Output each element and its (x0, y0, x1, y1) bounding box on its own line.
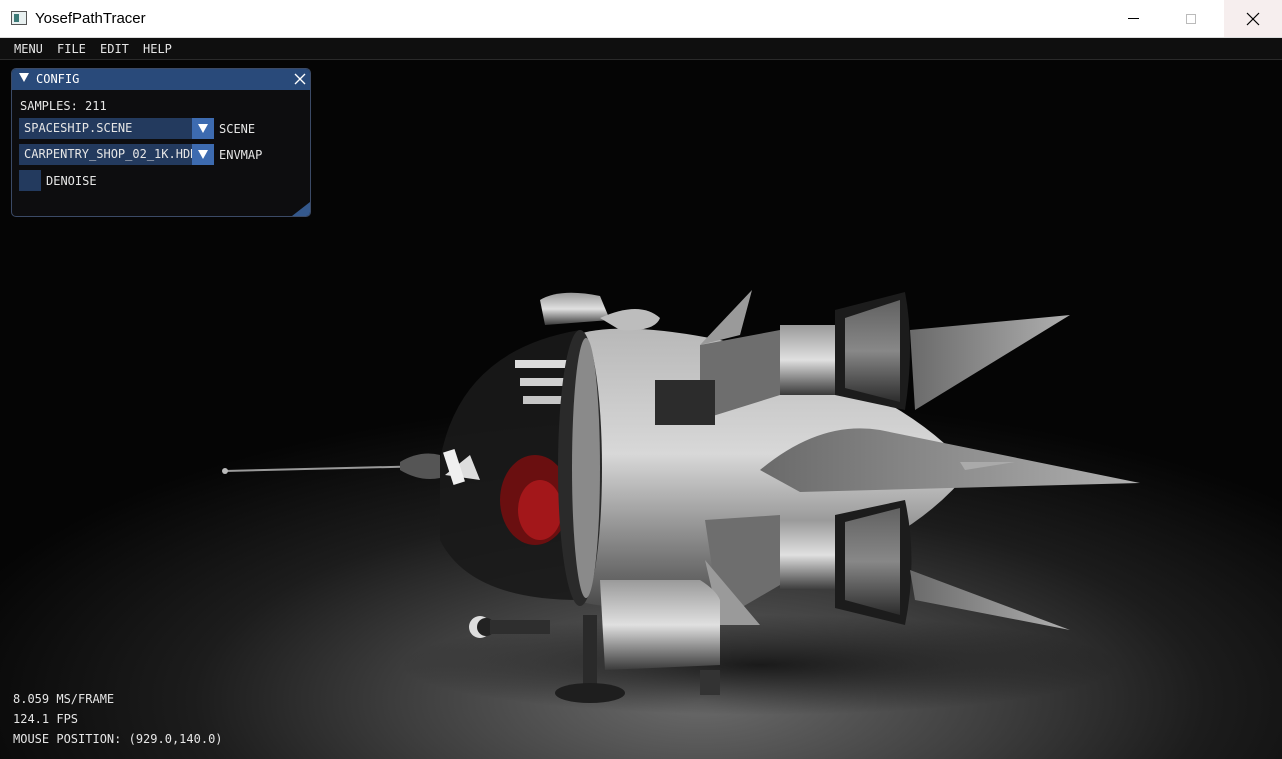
chevron-down-icon[interactable] (192, 144, 214, 165)
chevron-down-icon[interactable] (192, 118, 214, 139)
menu-item-file[interactable]: FILE (57, 42, 86, 56)
app-window: YosefPathTracer MENU FILE EDIT HELP CONF… (0, 0, 1282, 759)
denoise-label: DENOISE (46, 174, 97, 188)
scene-dropdown-value: SPACESHIP.SCENE (24, 121, 133, 135)
maximize-icon (1186, 13, 1196, 24)
denoise-checkbox[interactable] (19, 170, 41, 191)
menu-bar: MENU FILE EDIT HELP (0, 38, 1282, 60)
frame-time-readout: 8.059 MS/FRAME (13, 692, 115, 706)
close-icon (1246, 12, 1260, 25)
envmap-label: ENVMAP (219, 148, 263, 162)
resize-grip[interactable] (292, 202, 310, 216)
window-title: YosefPathTracer (35, 10, 146, 27)
menu-item-edit[interactable]: EDIT (100, 42, 129, 56)
collapse-arrow-icon[interactable] (19, 73, 29, 82)
maximize-button[interactable] (1168, 0, 1214, 37)
close-panel-icon[interactable] (293, 72, 307, 86)
scene-label: SCENE (219, 122, 256, 136)
config-panel: CONFIG SAMPLES: 211 SPACESHIP.SCENE SCEN… (11, 68, 311, 217)
menu-item-menu[interactable]: MENU (14, 42, 43, 56)
samples-readout: SAMPLES: 211 (20, 99, 107, 113)
minimize-button[interactable] (1110, 0, 1156, 37)
mouse-position-readout: MOUSE POSITION: (929.0,140.0) (13, 732, 223, 746)
menu-item-help[interactable]: HELP (143, 42, 172, 56)
minimize-icon (1127, 18, 1139, 19)
envmap-dropdown-value: CARPENTRY_SHOP_02_1K.HDR (24, 147, 198, 161)
fps-readout: 124.1 FPS (13, 712, 79, 726)
close-window-button[interactable] (1224, 0, 1282, 37)
app-icon (11, 11, 27, 25)
title-bar[interactable]: YosefPathTracer (0, 0, 1282, 38)
config-title: CONFIG (36, 72, 80, 86)
config-header[interactable]: CONFIG (12, 69, 310, 90)
scene-dropdown[interactable]: SPACESHIP.SCENE (19, 118, 214, 139)
envmap-dropdown[interactable]: CARPENTRY_SHOP_02_1K.HDR (19, 144, 214, 165)
